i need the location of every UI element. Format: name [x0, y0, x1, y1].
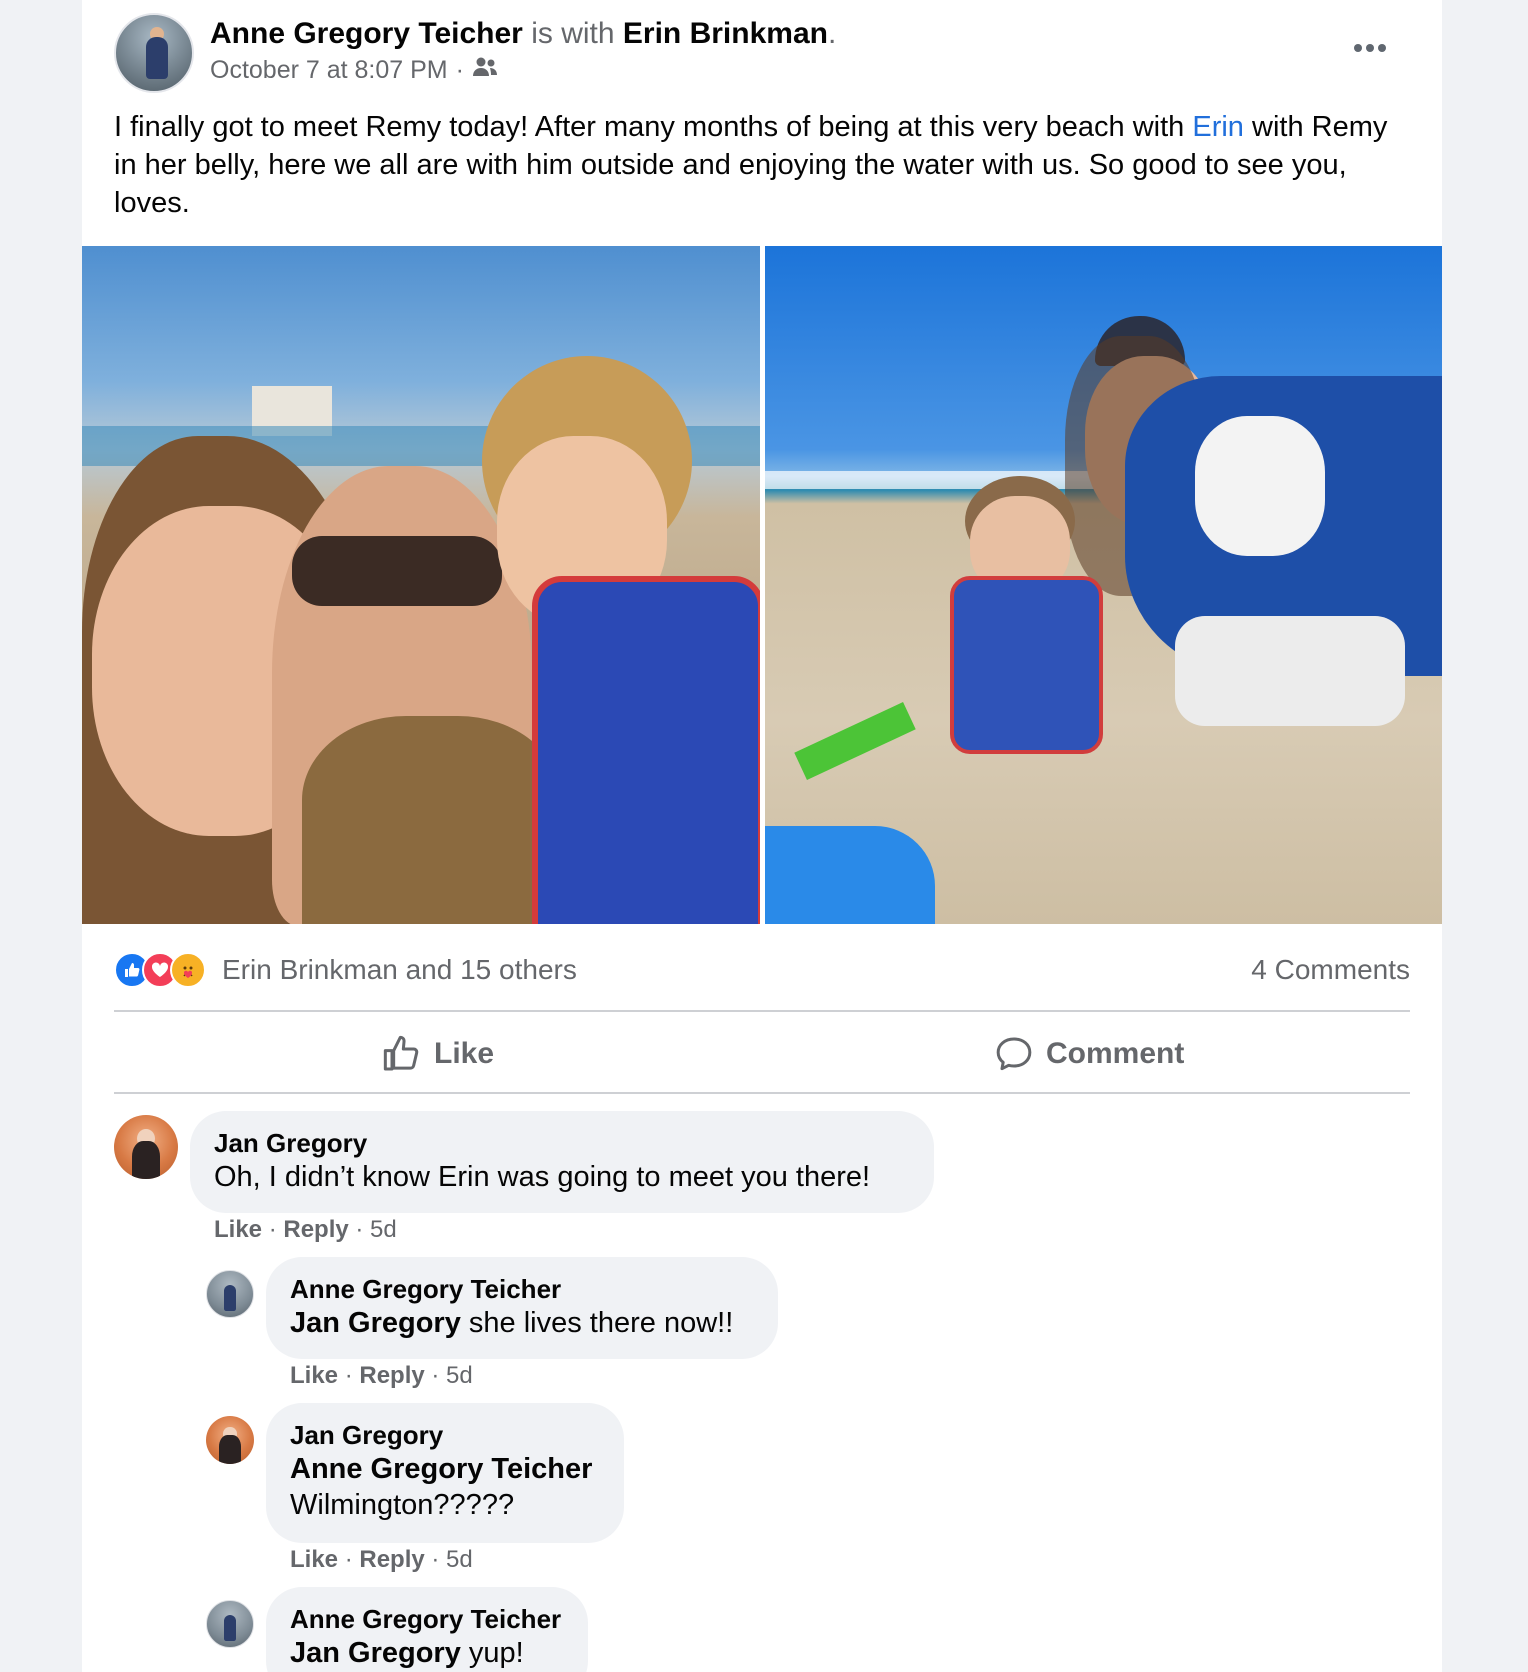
post-meta: October 7 at 8:07 PM · [210, 54, 498, 86]
divider-top [114, 1010, 1410, 1012]
commenter-name[interactable]: Anne Gregory Teicher [290, 1603, 564, 1635]
comment-text: Oh, I didn’t know Erin was going to meet… [214, 1161, 871, 1193]
author-avatar[interactable] [114, 13, 194, 93]
friends-icon[interactable] [472, 54, 498, 86]
reaction-summary[interactable]: Erin Brinkman and 15 others [114, 950, 577, 990]
more-icon [1354, 44, 1386, 52]
care-icon [170, 952, 206, 988]
comment-mention: Anne Gregory Teicher [290, 1453, 593, 1485]
commenter-avatar[interactable] [206, 1600, 254, 1648]
post-photo-1[interactable] [82, 246, 760, 924]
reaction-summary-text[interactable]: Erin Brinkman and 15 others [222, 954, 577, 986]
comment-age[interactable]: 5d [446, 1546, 473, 1573]
comment-mention[interactable]: Jan Gregory [290, 1637, 461, 1669]
post-header: Anne Gregory Teicher is with Erin Brinkm… [210, 17, 837, 50]
comment-actions: Like · Reply · 5d [290, 1546, 473, 1573]
divider-bottom [114, 1092, 1410, 1094]
tagged-name[interactable]: Erin Brinkman [623, 17, 828, 50]
comment-bubble: Jan Gregory Oh, I didn’t know Erin was g… [190, 1111, 934, 1213]
commenter-avatar[interactable] [206, 1270, 254, 1318]
commenter-name[interactable]: Anne Gregory Teicher [290, 1273, 754, 1305]
comment-bubble: Anne Gregory Teicher Jan Gregory yup! [266, 1587, 588, 1672]
commenter-avatar[interactable] [206, 1416, 254, 1464]
like-button[interactable]: Like [382, 1032, 494, 1076]
comment-like-link[interactable]: Like [290, 1546, 338, 1573]
like-button-label: Like [434, 1037, 495, 1070]
thumbs-up-icon [383, 1035, 419, 1071]
more-options-button[interactable] [1350, 28, 1390, 68]
comment-bubble: Anne Gregory Teicher Jan Gregory she liv… [266, 1257, 778, 1359]
post-card: Anne Gregory Teicher is with Erin Brinkm… [82, 0, 1442, 1672]
mention-link[interactable]: Erin [1192, 111, 1244, 143]
comment-age[interactable]: 5d [446, 1362, 473, 1389]
comment-text: Jan Gregory she lives there now!! [290, 1307, 734, 1339]
comment-reply-link[interactable]: Reply [359, 1546, 424, 1573]
comment-actions: Like · Reply · 5d [214, 1216, 397, 1243]
meta-separator: · [455, 56, 464, 84]
comment-like-link[interactable]: Like [214, 1216, 262, 1243]
comment-like-link[interactable]: Like [290, 1362, 338, 1389]
with-text: is with [522, 17, 623, 50]
commenter-name[interactable]: Jan Gregory [214, 1127, 910, 1159]
comment-icon [996, 1037, 1032, 1071]
comment-actions: Like · Reply · 5d [290, 1362, 473, 1389]
post-timestamp[interactable]: October 7 at 8:07 PM [210, 54, 448, 86]
comment-mention[interactable]: Jan Gregory [290, 1307, 461, 1339]
post-text: I finally got to meet Remy today! After … [114, 111, 1388, 219]
comment-bubble: Jan Gregory Anne Gregory Teicher Wilming… [266, 1403, 624, 1543]
comment-button[interactable]: Comment [994, 1032, 1184, 1076]
comment-text: Jan Gregory yup! [290, 1637, 524, 1669]
comment-button-label: Comment [1046, 1037, 1185, 1070]
commenter-name[interactable]: Jan Gregory [290, 1419, 600, 1451]
post-photo-2[interactable] [765, 246, 1442, 924]
comment-reply-link[interactable]: Reply [283, 1216, 348, 1243]
author-name[interactable]: Anne Gregory Teicher [210, 17, 523, 50]
comment-count[interactable]: 4 Comments [1251, 954, 1410, 986]
comment-age[interactable]: 5d [370, 1216, 397, 1243]
commenter-avatar[interactable] [114, 1115, 178, 1179]
comment-reply-link[interactable]: Reply [359, 1362, 424, 1389]
comment-text: Wilmington????? [290, 1489, 515, 1521]
